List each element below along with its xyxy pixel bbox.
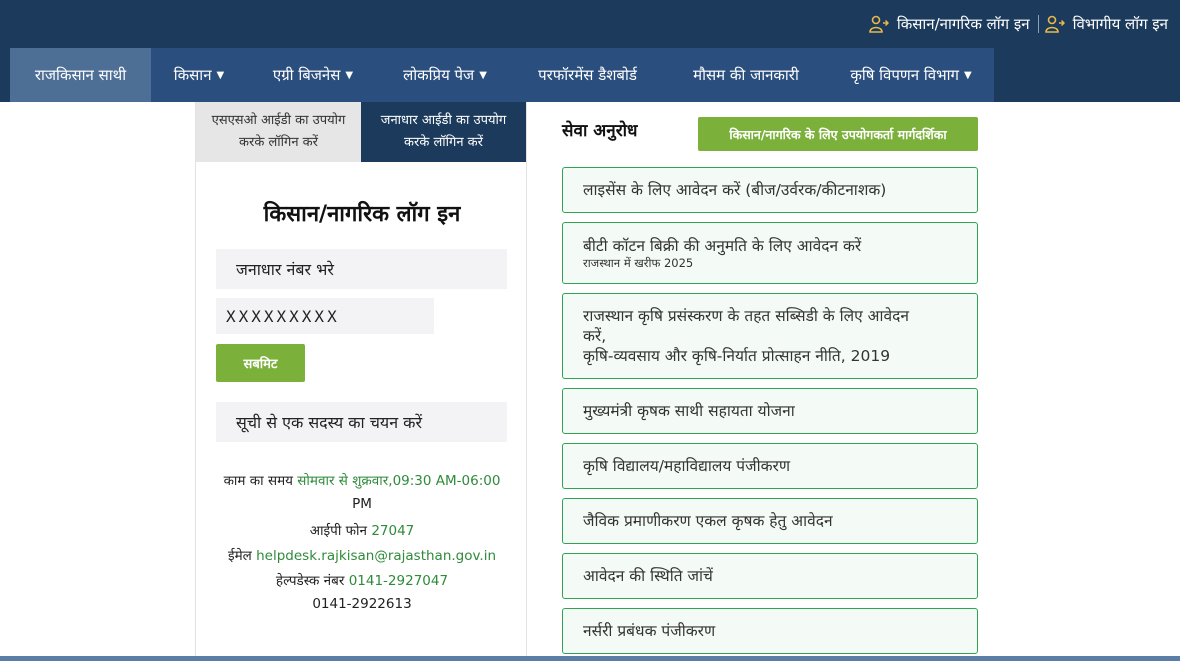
service-title: आवेदन की स्थिति जांचें (583, 567, 713, 585)
email-line: ईमेल helpdesk.rajkisan@rajasthan.gov.in (196, 546, 528, 564)
service-title-line2: करें, (583, 327, 607, 345)
services-title: सेवा अनुरोध (562, 121, 638, 141)
email-label: ईमेल (227, 548, 252, 564)
nav-label: परफॉरमेंस डैशबोर्ड (538, 66, 637, 84)
service-card-application-status[interactable]: आवेदन की स्थिति जांचें (562, 553, 978, 599)
service-title: नर्सरी प्रबंधक पंजीकरण (583, 622, 716, 640)
nav-label: एग्री बिजनेस (272, 66, 341, 84)
nav-item-rajkisan-sathi[interactable]: राजकिसान साथी (10, 48, 151, 102)
ip-phone-label: आईपी फोन (309, 523, 368, 539)
janaadhar-id-value: XXXXXXXXX (226, 306, 340, 326)
caret-down-icon: ▼ (963, 69, 972, 81)
service-subtitle: राजस्थान में खरीफ 2025 (583, 255, 694, 270)
nav-label: लोकप्रिय पेज (403, 66, 475, 84)
nav-item-agri-marketing[interactable]: कृषि विपणन विभाग ▼ (828, 48, 994, 102)
service-title: लाइसेंस के लिए आवेदन करें (बीज/उर्वरक/की… (583, 181, 887, 199)
service-card-organic-certification[interactable]: जैविक प्रमाणीकरण एकल कृषक हेतु आवेदन (562, 498, 978, 544)
work-hours-pm: PM (352, 496, 372, 512)
helpdesk-label: हेल्पडेस्क नंबर (275, 573, 345, 589)
nav-label: राजकिसान साथी (34, 66, 127, 84)
nav-label: कृषि विपणन विभाग (850, 66, 959, 84)
work-time-label: काम का समय (223, 473, 293, 489)
tab-label: जनाधार आईडी का उपयोग करके लॉगिन करें (380, 113, 507, 150)
service-title: बीटी कॉटन बिक्री की अनुमति के लिए आवेदन … (583, 236, 862, 255)
member-select[interactable]: सूची से एक सदस्य का चयन करें (216, 402, 507, 442)
farmer-login-label: किसान/नागरिक लॉग इन (896, 15, 1030, 33)
service-title-line1: राजस्थान कृषि प्रसंस्करण के तहत सब्सिडी … (583, 307, 909, 325)
service-title: जैविक प्रमाणीकरण एकल कृषक हेतु आवेदन (583, 512, 833, 530)
nav-item-performance-dashboard[interactable]: परफॉरमेंस डैशबोर्ड (511, 48, 664, 102)
main-nav: राजकिसान साथी किसान ▼ एग्री बिजनेस ▼ लोकप्… (10, 48, 994, 102)
tab-janaadhar-login[interactable]: जनाधार आईडी का उपयोग करके लॉगिन करें (361, 102, 526, 162)
member-select-label: सूची से एक सदस्य का चयन करें (236, 413, 422, 432)
top-login-links: किसान/नागरिक लॉग इन विभागीय लॉग इन (869, 12, 1168, 36)
service-card-cm-krishak-sathi[interactable]: मुख्यमंत्री कृषक साथी सहायता योजना (562, 388, 978, 434)
login-separator (1037, 15, 1039, 33)
work-hours: ,09:30 AM-06:00 (388, 473, 501, 489)
login-tabs: एसएसओ आईडी का उपयोग करके लॉगिन करें जनाध… (196, 102, 526, 162)
nav-item-weather[interactable]: मौसम की जानकारी (664, 48, 828, 102)
service-title: मुख्यमंत्री कृषक साथी सहायता योजना (583, 402, 795, 420)
farmer-login-link[interactable]: किसान/नागरिक लॉग इन (869, 14, 1030, 34)
helpdesk-number-1: 0141-2927047 (348, 573, 449, 589)
janaadhar-placeholder: जनाधार नंबर भरे (236, 260, 334, 279)
bottom-edge-bar (0, 656, 1180, 661)
login-panel: एसएसओ आईडी का उपयोग करके लॉगिन करें जनाध… (195, 102, 527, 661)
nav-item-agri-business[interactable]: एग्री बिजनेस ▼ (247, 48, 379, 102)
helpdesk-line: हेल्पडेस्क नंबर 0141-2927047 (196, 571, 528, 589)
helpdesk-number-2: 0141-2922613 (312, 596, 412, 612)
service-title: कृषि विद्यालय/महाविद्यालय पंजीकरण (583, 457, 791, 475)
service-card-bt-cotton[interactable]: बीटी कॉटन बिक्री की अनुमति के लिए आवेदन … (562, 222, 978, 284)
janaadhar-number-field[interactable]: जनाधार नंबर भरे (216, 249, 507, 289)
nav-label: किसान (173, 66, 212, 84)
caret-down-icon: ▼ (479, 69, 487, 81)
login-title: किसान/नागरिक लॉग इन (263, 202, 461, 227)
user-guide-button[interactable]: किसान/नागरिक के लिए उपयोगकर्ता मार्गदर्श… (698, 117, 978, 151)
nav-item-kisan[interactable]: किसान ▼ (151, 48, 247, 102)
department-login-link[interactable]: विभागीय लॉग इन (1044, 14, 1168, 34)
service-card-agro-processing-subsidy[interactable]: राजस्थान कृषि प्रसंस्करण के तहत सब्सिडी … (562, 293, 978, 379)
janaadhar-id-input[interactable]: XXXXXXXXX (216, 298, 434, 334)
tab-label: एसएसओ आईडी का उपयोग करके लॉगिन करें (211, 113, 346, 150)
nav-item-popular-pages[interactable]: लोकप्रिय पेज ▼ (379, 48, 511, 102)
user-login-icon (869, 15, 889, 33)
tab-sso-login[interactable]: एसएसओ आईडी का उपयोग करके लॉगिन करें (196, 102, 361, 162)
user-login-icon (1044, 15, 1065, 33)
caret-down-icon: ▼ (216, 69, 225, 81)
email-link[interactable]: helpdesk.rajkisan@rajasthan.gov.in (256, 548, 496, 564)
work-days: सोमवार से शुक्रवार (297, 473, 389, 489)
service-card-nursery-registration[interactable]: नर्सरी प्रबंधक पंजीकरण (562, 608, 978, 654)
service-card-license[interactable]: लाइसेंस के लिए आवेदन करें (बीज/उर्वरक/की… (562, 167, 978, 213)
work-time-line: काम का समय सोमवार से शुक्रवार,09:30 AM-0… (196, 471, 528, 489)
submit-button[interactable]: सबमिट (216, 344, 305, 382)
ip-phone-value: 27047 (371, 523, 415, 539)
service-title-line3: कृषि-व्यवसाय और कृषि-निर्यात प्रोत्साहन … (583, 347, 891, 365)
service-card-agri-college-registration[interactable]: कृषि विद्यालय/महाविद्यालय पंजीकरण (562, 443, 978, 489)
nav-label: मौसम की जानकारी (693, 66, 799, 84)
ip-phone-line: आईपी फोन 27047 (196, 521, 528, 539)
department-login-label: विभागीय लॉग इन (1072, 15, 1168, 33)
caret-down-icon: ▼ (345, 69, 354, 81)
